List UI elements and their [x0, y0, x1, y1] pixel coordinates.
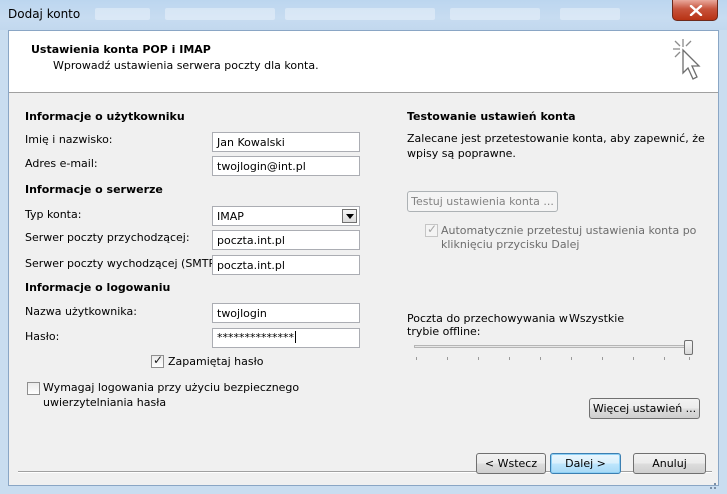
account-type-select[interactable]: IMAP — [212, 206, 360, 226]
slider-tick — [571, 357, 572, 360]
title-bar-ghost — [450, 8, 540, 20]
email-label: Adres e-mail: — [25, 157, 98, 170]
close-button[interactable] — [672, 0, 718, 21]
account-type-value: IMAP — [217, 210, 244, 223]
title-bar-ghost — [95, 8, 150, 20]
dialog-header: Ustawienia konta POP i IMAP Wprowadź ust… — [9, 31, 718, 93]
name-label: Imię i nazwisko: — [25, 133, 113, 146]
test-account-button[interactable]: Testuj ustawienia konta ... — [407, 191, 558, 212]
require-spa-label-line2[interactable]: uwierzytelniania hasła — [43, 396, 166, 409]
password-label: Hasło: — [25, 330, 60, 343]
slider-tick — [633, 357, 634, 360]
header-subtitle: Wprowadź ustawienia serwera poczty dla k… — [53, 59, 319, 72]
incoming-server-field[interactable]: poczta.int.pl — [212, 230, 360, 250]
more-settings-button[interactable]: Więcej ustawień ... — [589, 398, 700, 419]
text-caret — [295, 331, 296, 343]
title-bar-ghost — [285, 8, 435, 20]
remember-password-label[interactable]: Zapamiętaj hasło — [168, 355, 263, 368]
slider-tick — [540, 357, 541, 360]
require-spa-checkbox[interactable] — [27, 382, 40, 395]
name-field[interactable]: Jan Kowalski — [212, 132, 360, 152]
mouse-cursor-sparkle-icon — [673, 39, 701, 80]
logon-info-heading: Informacje o logowaniu — [25, 281, 171, 294]
cancel-button[interactable]: Anuluj — [633, 453, 706, 474]
slider-tick — [416, 357, 417, 360]
incoming-server-label: Serwer poczty przychodzącej: — [25, 231, 190, 244]
auto-test-checkbox[interactable] — [425, 222, 438, 237]
auto-test-label-line2[interactable]: kliknięciu przycisku Dalej — [441, 238, 579, 251]
test-desc-line1: Zalecane jest przetestowanie konta, aby … — [407, 132, 705, 145]
offline-slider-track[interactable] — [414, 345, 692, 348]
title-bar-ghost — [560, 8, 620, 20]
account-type-label: Typ konta: — [25, 208, 82, 221]
slider-tick — [447, 357, 448, 360]
resize-grip-icon[interactable] — [682, 480, 718, 490]
slider-tick — [509, 357, 510, 360]
server-info-heading: Informacje o serwerze — [25, 183, 163, 196]
title-bar-ghost — [165, 8, 275, 20]
remember-password-checkbox[interactable] — [151, 353, 164, 368]
require-spa-label-line1[interactable]: Wymagaj logowania przy użyciu bezpieczne… — [43, 381, 299, 394]
offline-slider-thumb[interactable] — [684, 340, 693, 355]
chevron-down-icon[interactable] — [342, 209, 357, 223]
auto-test-label-line1[interactable]: Automatycznie przetestuj ustawienia kont… — [441, 224, 696, 237]
username-field[interactable]: twojlogin — [212, 303, 360, 323]
offline-value: Wszystkie — [569, 312, 625, 325]
email-field[interactable]: twojlogin@int.pl — [212, 156, 360, 176]
test-desc-line2: wpisy są poprawne. — [407, 147, 516, 160]
slider-tick — [664, 357, 665, 360]
slider-tick — [602, 357, 603, 360]
user-info-heading: Informacje o użytkowniku — [25, 110, 185, 123]
window-title: Dodaj konto — [8, 7, 81, 21]
back-button[interactable]: < Wstecz — [476, 453, 546, 474]
password-value: ************** — [217, 331, 294, 344]
dialog-client: Ustawienia konta POP i IMAP Wprowadź ust… — [8, 30, 719, 486]
title-bar[interactable]: Dodaj konto — [0, 0, 727, 30]
password-field[interactable]: ************** — [212, 328, 360, 348]
next-button[interactable]: Dalej > — [550, 453, 621, 474]
slider-tick — [478, 357, 479, 360]
slider-tick — [689, 357, 690, 360]
outgoing-server-label: Serwer poczty wychodzącej (SMTP): — [25, 257, 224, 270]
test-settings-heading: Testowanie ustawień konta — [407, 110, 576, 123]
close-icon — [689, 5, 703, 16]
offline-label-line1: Poczta do przechowywania w — [407, 312, 568, 325]
username-label: Nazwa użytkownika: — [25, 305, 137, 318]
outgoing-server-field[interactable]: poczta.int.pl — [212, 255, 360, 275]
header-title: Ustawienia konta POP i IMAP — [31, 43, 211, 56]
offline-label-line2: trybie offline: — [407, 325, 481, 338]
